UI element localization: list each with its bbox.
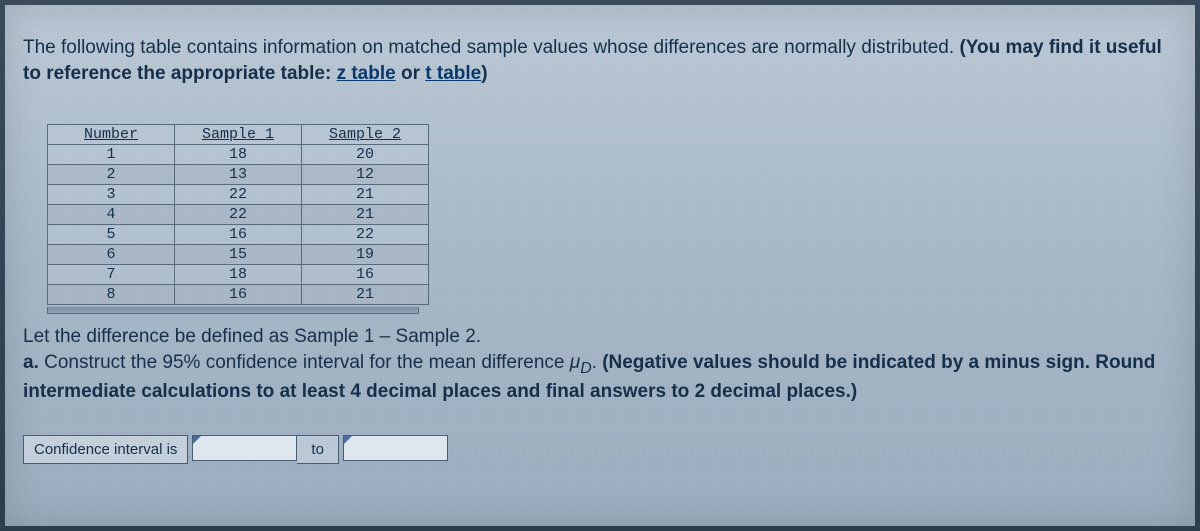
table-cell: 20 bbox=[302, 145, 429, 165]
table-row: 21312 bbox=[48, 165, 429, 185]
table-row: 61519 bbox=[48, 245, 429, 265]
intro-text: The following table contains information… bbox=[23, 35, 1177, 86]
table-cell: 16 bbox=[175, 225, 302, 245]
difference-definition: Let the difference be defined as Sample … bbox=[23, 324, 1177, 350]
table-cell: 16 bbox=[302, 265, 429, 285]
ci-label: Confidence interval is bbox=[23, 435, 188, 464]
table-cell: 19 bbox=[302, 245, 429, 265]
table-cell: 7 bbox=[48, 265, 175, 285]
table-scroll-indicator bbox=[47, 307, 419, 314]
table-cell: 12 bbox=[302, 165, 429, 185]
table-cell: 4 bbox=[48, 205, 175, 225]
table-cell: 18 bbox=[175, 265, 302, 285]
table-row: 42221 bbox=[48, 205, 429, 225]
table-cell: 22 bbox=[175, 205, 302, 225]
table-header-row: Number Sample 1 Sample 2 bbox=[48, 125, 429, 145]
intro-bold-close: ) bbox=[481, 63, 487, 84]
intro-or: or bbox=[396, 63, 426, 84]
ci-upper-input[interactable] bbox=[343, 435, 448, 461]
part-a-line: a. Construct the 95% confidence interval… bbox=[23, 350, 1177, 405]
ci-to-label: to bbox=[297, 435, 339, 464]
table-cell: 21 bbox=[302, 285, 429, 305]
table-cell: 5 bbox=[48, 225, 175, 245]
col-header-number: Number bbox=[48, 125, 175, 145]
mu-symbol: μD bbox=[570, 352, 592, 373]
table-row: 71816 bbox=[48, 265, 429, 285]
table-cell: 21 bbox=[302, 185, 429, 205]
table-cell: 22 bbox=[175, 185, 302, 205]
table-cell: 21 bbox=[302, 205, 429, 225]
table-cell: 15 bbox=[175, 245, 302, 265]
table-cell: 13 bbox=[175, 165, 302, 185]
table-cell: 3 bbox=[48, 185, 175, 205]
table-cell: 1 bbox=[48, 145, 175, 165]
table-row: 51622 bbox=[48, 225, 429, 245]
question-block: Let the difference be defined as Sample … bbox=[23, 324, 1177, 404]
table-row: 81621 bbox=[48, 285, 429, 305]
col-header-sample1: Sample 1 bbox=[175, 125, 302, 145]
table-body: 1182021312322214222151622615197181681621 bbox=[48, 145, 429, 305]
table-cell: 6 bbox=[48, 245, 175, 265]
part-a-text2: . bbox=[592, 352, 603, 373]
t-table-link[interactable]: t table bbox=[425, 63, 481, 84]
table-row: 11820 bbox=[48, 145, 429, 165]
z-table-link[interactable]: z table bbox=[337, 63, 396, 84]
confidence-interval-answer: Confidence interval is to bbox=[23, 435, 448, 464]
sample-data-table: Number Sample 1 Sample 2 118202131232221… bbox=[47, 124, 429, 305]
table-cell: 22 bbox=[302, 225, 429, 245]
ci-lower-input[interactable] bbox=[192, 435, 297, 461]
table-cell: 16 bbox=[175, 285, 302, 305]
col-header-sample2: Sample 2 bbox=[302, 125, 429, 145]
table-cell: 18 bbox=[175, 145, 302, 165]
part-a-text1: Construct the 95% confidence interval fo… bbox=[39, 352, 570, 373]
table-cell: 2 bbox=[48, 165, 175, 185]
intro-line1: The following table contains information… bbox=[23, 37, 959, 58]
table-row: 32221 bbox=[48, 185, 429, 205]
table-cell: 8 bbox=[48, 285, 175, 305]
part-a-label: a. bbox=[23, 352, 39, 373]
worksheet-page: The following table contains information… bbox=[5, 5, 1195, 526]
